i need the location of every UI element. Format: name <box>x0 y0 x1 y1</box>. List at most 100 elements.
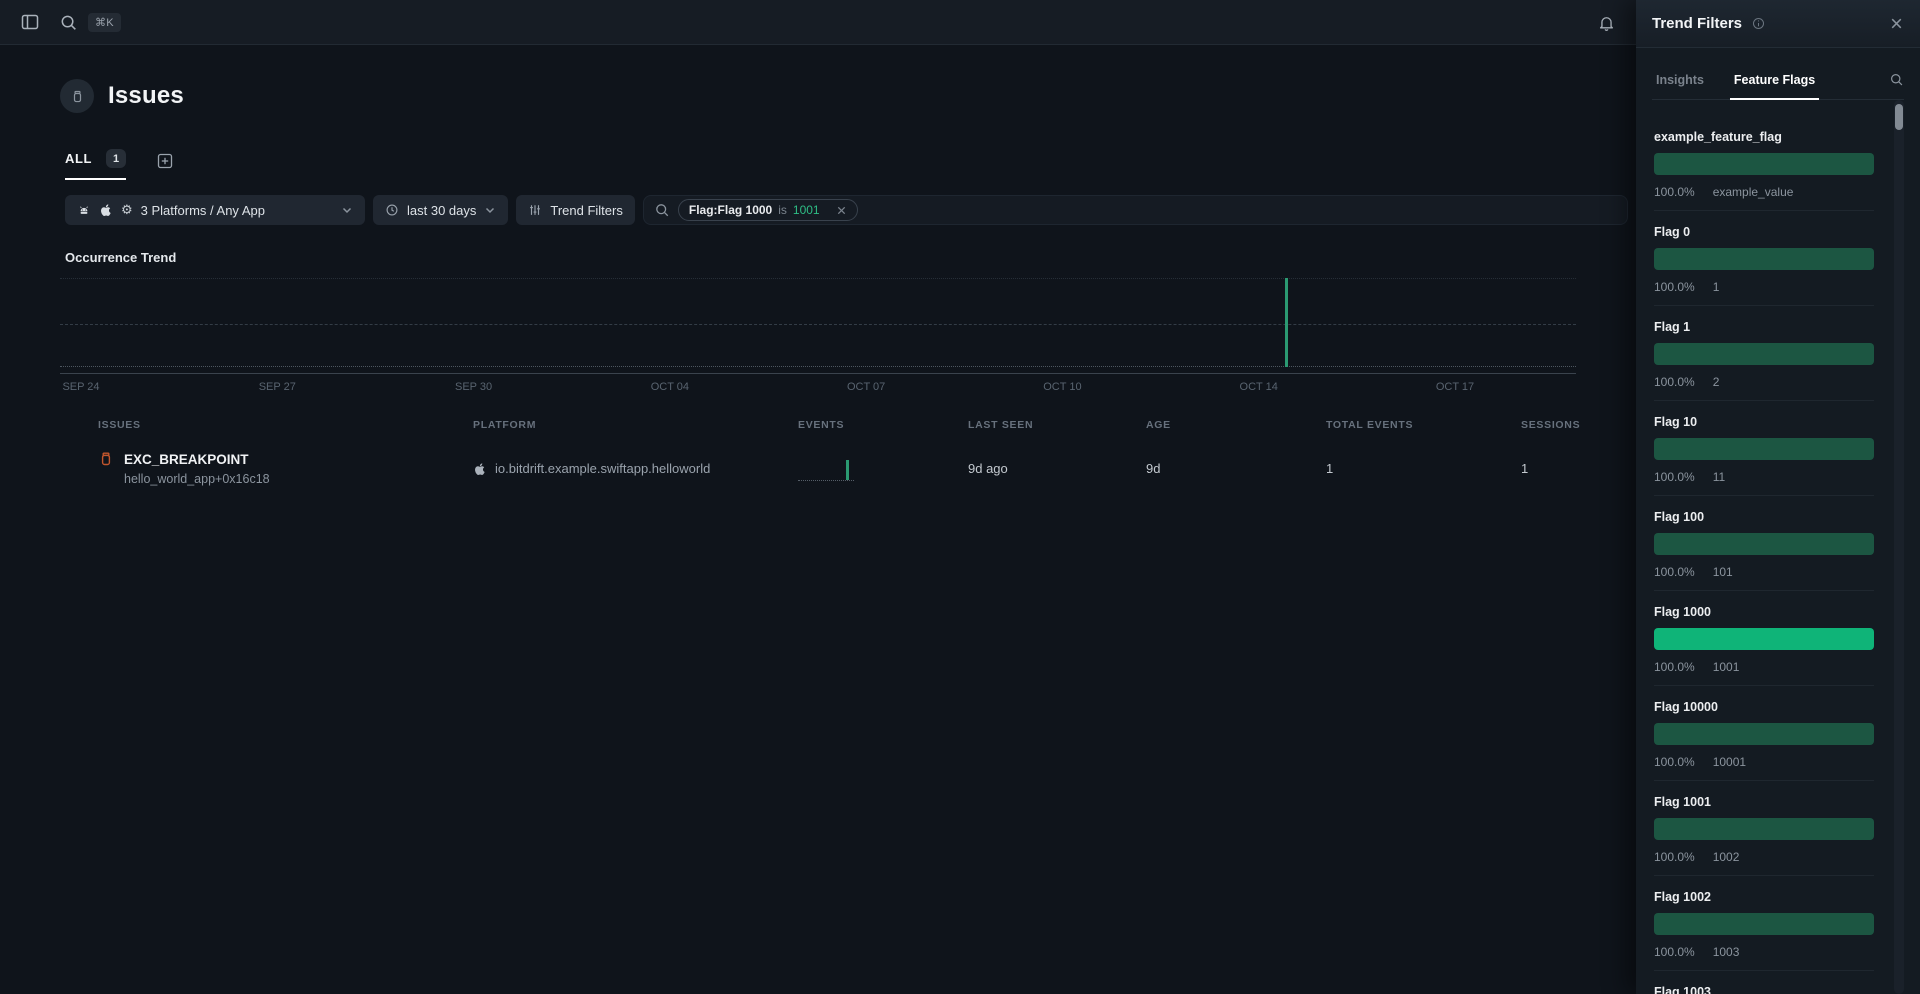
trend-filters-button-label: Trend Filters <box>550 203 622 218</box>
feature-flag-name: example_feature_flag <box>1654 129 1874 145</box>
feature-flag-percent: 100.0% <box>1654 850 1695 865</box>
issues-search-input[interactable]: Flag:Flag 1000 is 1001 <box>643 195 1628 225</box>
notifications-bell-icon[interactable] <box>1594 10 1618 34</box>
panel-title: Trend Filters <box>1652 15 1742 32</box>
feature-flag-item[interactable]: Flag 1000 100.0% 1001 <box>1654 591 1874 686</box>
table-row[interactable]: EXC_BREAKPOINT hello_world_app+0x16c18 i… <box>60 451 1576 486</box>
feature-flag-percent: 100.0% <box>1654 185 1695 200</box>
feature-flag-percent: 100.0% <box>1654 945 1695 960</box>
occurrence-trend-chart <box>60 272 1576 374</box>
platforms-filter-dropdown[interactable]: ⚙ 3 Platforms / Any App <box>65 195 365 225</box>
panel-scrollbar-track[interactable] <box>1894 100 1904 994</box>
gridline-bottom <box>60 366 1576 367</box>
gridline-top <box>60 278 1576 279</box>
chevron-down-icon <box>341 204 353 216</box>
chart-title: Occurrence Trend <box>65 250 1636 265</box>
sidebar-toggle-icon[interactable] <box>18 10 42 34</box>
col-header-platform: PLATFORM <box>435 419 760 431</box>
col-header-last-seen: LAST SEEN <box>930 419 1108 431</box>
feature-flag-bar <box>1654 628 1874 650</box>
trend-filters-button[interactable]: Trend Filters <box>516 195 634 225</box>
feature-flag-item[interactable]: Flag 10 100.0% 11 <box>1654 401 1874 496</box>
feature-flag-name: Flag 10000 <box>1654 699 1874 715</box>
feature-flag-item[interactable]: Flag 0 100.0% 1 <box>1654 211 1874 306</box>
events-sparkline <box>798 457 854 481</box>
col-header-events: EVENTS <box>760 419 930 431</box>
x-tick: OCT 10 <box>1041 381 1083 393</box>
feature-flag-item[interactable]: Flag 1002 100.0% 1003 <box>1654 876 1874 971</box>
shortcut-badge: ⌘K <box>88 13 121 32</box>
topbar: ⌘K <box>0 0 1636 45</box>
issues-page-icon <box>60 79 94 113</box>
sliders-icon <box>528 203 542 217</box>
feature-flag-meta: 100.0% 1002 <box>1654 850 1874 865</box>
feature-flag-meta: 100.0% 1003 <box>1654 945 1874 960</box>
issue-title: EXC_BREAKPOINT <box>124 452 249 467</box>
feature-flag-list: example_feature_flag 100.0% example_valu… <box>1636 100 1920 994</box>
feature-flag-item[interactable]: Flag 100 100.0% 101 <box>1654 496 1874 591</box>
feature-flags-scroll-area: example_feature_flag 100.0% example_valu… <box>1636 100 1920 994</box>
chart-spike <box>1285 278 1288 367</box>
page-title: Issues <box>108 82 184 110</box>
add-tab-button[interactable] <box>156 152 174 170</box>
search-filter-chip[interactable]: Flag:Flag 1000 is 1001 <box>678 199 858 221</box>
date-range-dropdown[interactable]: last 30 days <box>373 195 508 225</box>
trend-filters-panel: Trend Filters Insights Feature Flags <box>1636 0 1920 994</box>
feature-flag-meta: 100.0% example_value <box>1654 185 1874 200</box>
feature-flag-item[interactable]: Flag 10000 100.0% 10001 <box>1654 686 1874 781</box>
apple-icon <box>473 462 487 476</box>
feature-flag-value: example_value <box>1713 185 1794 200</box>
panel-scrollbar-thumb[interactable] <box>1895 104 1903 130</box>
feature-flag-item[interactable]: Flag 1003 <box>1654 971 1874 994</box>
issue-jar-icon <box>98 451 114 467</box>
global-search-icon[interactable] <box>56 10 80 34</box>
tab-all-count-badge: 1 <box>106 149 126 168</box>
feature-flag-value: 1002 <box>1713 850 1740 865</box>
search-icon <box>654 202 670 218</box>
info-icon[interactable] <box>1752 17 1765 30</box>
tab-feature-flags[interactable]: Feature Flags <box>1730 73 1819 99</box>
feature-flag-name: Flag 10 <box>1654 414 1874 430</box>
panel-search-icon[interactable] <box>1889 72 1904 99</box>
close-icon[interactable] <box>1889 16 1904 31</box>
chip-operator: is <box>778 203 787 217</box>
android-icon <box>77 203 91 217</box>
feature-flag-meta: 100.0% 10001 <box>1654 755 1874 770</box>
feature-flag-meta: 100.0% 1 <box>1654 280 1874 295</box>
feature-flag-value: 1003 <box>1713 945 1740 960</box>
feature-flag-bar <box>1654 248 1874 270</box>
apple-icon <box>99 203 113 217</box>
feature-flag-item[interactable]: example_feature_flag 100.0% example_valu… <box>1654 116 1874 211</box>
feature-flag-bar <box>1654 913 1874 935</box>
total-events-cell: 1 <box>1288 461 1483 476</box>
x-tick: OCT 07 <box>845 381 887 393</box>
age-cell: 9d <box>1108 461 1288 476</box>
tab-insights[interactable]: Insights <box>1652 73 1708 99</box>
feature-flag-name: Flag 1000 <box>1654 604 1874 620</box>
feature-flag-name: Flag 0 <box>1654 224 1874 240</box>
axis-baseline <box>60 373 1576 374</box>
panel-tabs: Insights Feature Flags <box>1652 48 1904 100</box>
feature-flag-item[interactable]: Flag 1 100.0% 2 <box>1654 306 1874 401</box>
col-header-sessions: SESSIONS <box>1483 419 1576 431</box>
col-header-issues: ISSUES <box>60 419 435 431</box>
last-seen-cell: 9d ago <box>930 461 1108 476</box>
chart-x-axis: SEP 24 SEP 27 SEP 30 OCT 04 OCT 07 OCT 1… <box>60 381 1476 393</box>
x-tick: OCT 04 <box>649 381 691 393</box>
sparkline-event-tick <box>846 460 849 480</box>
feature-flag-value: 10001 <box>1713 755 1746 770</box>
feature-flag-name: Flag 1003 <box>1654 984 1874 994</box>
filter-bar: ⚙ 3 Platforms / Any App last 30 days <box>65 195 1636 225</box>
feature-flag-name: Flag 100 <box>1654 509 1874 525</box>
feature-flag-name: Flag 1 <box>1654 319 1874 335</box>
x-tick: SEP 30 <box>453 381 495 393</box>
feature-flag-percent: 100.0% <box>1654 660 1695 675</box>
platforms-filter-label: 3 Platforms / Any App <box>141 203 265 218</box>
feature-flag-item[interactable]: Flag 1001 100.0% 1002 <box>1654 781 1874 876</box>
feature-flag-meta: 100.0% 101 <box>1654 565 1874 580</box>
events-sparkline-cell <box>760 457 930 481</box>
tab-all[interactable]: ALL 1 <box>65 149 126 180</box>
feature-flag-value: 2 <box>1713 375 1720 390</box>
chip-close-icon[interactable] <box>836 205 847 216</box>
app-root: ⌘K Issues ALL 1 <box>0 0 1920 994</box>
